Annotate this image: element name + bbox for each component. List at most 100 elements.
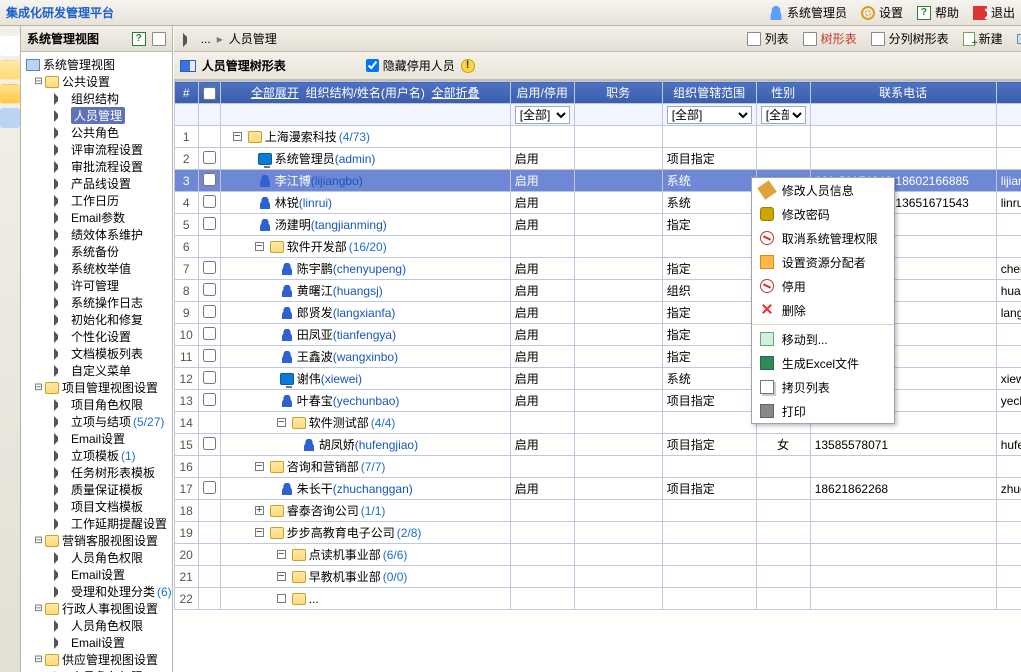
row-checkbox[interactable] <box>203 327 216 340</box>
table-row[interactable]: 20−点读机事业部(6/6) <box>174 544 1021 566</box>
cell-checkbox[interactable] <box>198 368 220 390</box>
cell-checkbox[interactable] <box>198 258 220 280</box>
menu-item[interactable]: 停用 <box>752 274 894 298</box>
cell-name[interactable]: −软件开发部(16/20) <box>220 236 510 258</box>
cell-checkbox[interactable] <box>198 192 220 214</box>
expand-all-link[interactable]: 全部展开 <box>251 86 299 100</box>
cell-name[interactable]: 谢伟 (xiewei) <box>220 368 510 390</box>
help-button[interactable]: ? 帮助 <box>917 4 959 21</box>
tree-item[interactable]: 任务树形表模板 <box>23 464 172 481</box>
cell-name[interactable]: 黄曙江 (huangsj) <box>220 280 510 302</box>
menu-item[interactable]: 生成Excel文件 <box>752 351 894 375</box>
cell-checkbox[interactable] <box>198 544 220 566</box>
settings-button[interactable]: 设置 <box>861 4 903 21</box>
filter-scope[interactable]: [全部] <box>667 106 752 124</box>
expander-icon[interactable]: ⊟ <box>33 535 44 546</box>
tree-item[interactable]: 项目角色权限 <box>23 396 172 413</box>
row-expander[interactable]: + <box>255 506 264 515</box>
context-menu[interactable]: 修改人员信息修改密码取消系统管理权限设置资源分配者停用删除移动到...生成Exc… <box>751 177 895 424</box>
tree-group[interactable]: ⊟供应管理视图设置 <box>23 651 172 668</box>
cell-name[interactable]: −步步高教育电子公司(2/8) <box>220 522 510 544</box>
col-checkbox[interactable] <box>198 82 220 104</box>
cell-checkbox[interactable] <box>198 324 220 346</box>
cell-checkbox[interactable] <box>198 434 220 456</box>
cell-name[interactable]: −软件测试部(4/4) <box>220 412 510 434</box>
tree-group[interactable]: ⊟公共设置 <box>23 73 172 90</box>
back-icon[interactable] <box>183 33 197 47</box>
row-expander[interactable]: − <box>255 242 264 251</box>
row-checkbox[interactable] <box>203 173 216 186</box>
menu-item[interactable]: 拷贝列表 <box>752 375 894 399</box>
row-checkbox[interactable] <box>203 261 216 274</box>
tree-item[interactable]: 审批流程设置 <box>23 158 172 175</box>
tree-item[interactable]: 系统枚举值 <box>23 260 172 277</box>
cell-checkbox[interactable] <box>198 412 220 434</box>
nav-tree[interactable]: 系统管理视图⊟公共设置组织结构人员管理公共角色评审流程设置审批流程设置产品线设置… <box>21 52 172 672</box>
row-checkbox[interactable] <box>203 195 216 208</box>
col-position[interactable]: 职务 <box>574 82 662 104</box>
table-row[interactable]: 22... <box>174 588 1021 610</box>
cell-checkbox[interactable] <box>198 500 220 522</box>
cell-name[interactable]: ... <box>220 588 510 610</box>
row-expander[interactable]: − <box>277 418 286 427</box>
cell-name[interactable]: 汤建明 (tangjianming) <box>220 214 510 236</box>
select-all-checkbox[interactable] <box>203 87 216 100</box>
col-phone[interactable]: 联系电话 <box>810 82 996 104</box>
tree-item[interactable]: 项目文档模板 <box>23 498 172 515</box>
breadcrumb-root[interactable]: ... <box>201 32 211 46</box>
cell-checkbox[interactable] <box>198 346 220 368</box>
cell-checkbox[interactable] <box>198 302 220 324</box>
tree-item[interactable]: 公共角色 <box>23 124 172 141</box>
cell-name[interactable]: 系统管理员 (admin) <box>220 148 510 170</box>
cell-name[interactable]: 李江博 (lijiangbo) <box>220 170 510 192</box>
table-row[interactable]: 16−咨询和营销部(7/7) <box>174 456 1021 478</box>
warning-icon[interactable] <box>461 59 475 73</box>
panel-toggle-icon[interactable] <box>152 32 166 46</box>
cell-checkbox[interactable] <box>198 280 220 302</box>
new-button[interactable]: 新建 <box>963 30 1003 47</box>
view-tree-button[interactable]: 树形表 <box>803 30 857 47</box>
tree-item[interactable]: 系统操作日志 <box>23 294 172 311</box>
tree-item[interactable]: 自定义菜单 <box>23 362 172 379</box>
tree-group[interactable]: ⊟项目管理视图设置 <box>23 379 172 396</box>
row-checkbox[interactable] <box>203 151 216 164</box>
cell-checkbox[interactable] <box>198 214 220 236</box>
table-row[interactable]: 1−上海漫索科技(4/73) <box>174 126 1021 148</box>
row-checkbox[interactable] <box>203 283 216 296</box>
tree-item[interactable]: 文档模板列表 <box>23 345 172 362</box>
cell-checkbox[interactable] <box>198 456 220 478</box>
row-checkbox[interactable] <box>203 217 216 230</box>
row-expander[interactable]: − <box>233 132 242 141</box>
current-user[interactable]: 系统管理员 <box>769 4 847 21</box>
tree-group[interactable]: ⊟行政人事视图设置 <box>23 600 172 617</box>
table-scroll[interactable]: # 全部展开 组织结构/姓名(用户名) 全部折叠 启用/停用 职务 组织管辖范围… <box>174 80 1021 672</box>
cell-checkbox[interactable] <box>198 126 220 148</box>
row-expander[interactable]: − <box>255 528 264 537</box>
cell-checkbox[interactable] <box>198 390 220 412</box>
tree-item[interactable]: 个性化设置 <box>23 328 172 345</box>
table-row[interactable]: 18+睿泰咨询公司(1/1) <box>174 500 1021 522</box>
tree-item[interactable]: 立项与结项(5/27) <box>23 413 172 430</box>
row-checkbox[interactable] <box>203 371 216 384</box>
row-expander[interactable]: − <box>255 462 264 471</box>
cell-checkbox[interactable] <box>198 478 220 500</box>
table-row[interactable]: 19−步步高教育电子公司(2/8) <box>174 522 1021 544</box>
expander-icon[interactable]: ⊟ <box>33 603 44 614</box>
table-row[interactable]: 2系统管理员 (admin)启用项目指定 <box>174 148 1021 170</box>
cell-name[interactable]: 王鑫波 (wangxinbo) <box>220 346 510 368</box>
cell-name[interactable]: 林锐 (linrui) <box>220 192 510 214</box>
view-list-button[interactable]: 列表 <box>747 30 789 47</box>
cell-checkbox[interactable] <box>198 566 220 588</box>
tree-item[interactable]: 受理和处理分类(6) <box>23 583 172 600</box>
tree-item[interactable]: 评审流程设置 <box>23 141 172 158</box>
tree-item[interactable]: 许可管理 <box>23 277 172 294</box>
cell-checkbox[interactable] <box>198 236 220 258</box>
cell-checkbox[interactable] <box>198 148 220 170</box>
row-expander[interactable]: − <box>277 572 286 581</box>
rail-item-1[interactable] <box>0 36 20 56</box>
cell-name[interactable]: −点读机事业部(6/6) <box>220 544 510 566</box>
cell-checkbox[interactable] <box>198 588 220 610</box>
tree-item[interactable]: 工作延期提醒设置 <box>23 515 172 532</box>
panel-help-icon[interactable]: ? <box>132 32 146 46</box>
col-sex[interactable]: 性别 <box>756 82 810 104</box>
